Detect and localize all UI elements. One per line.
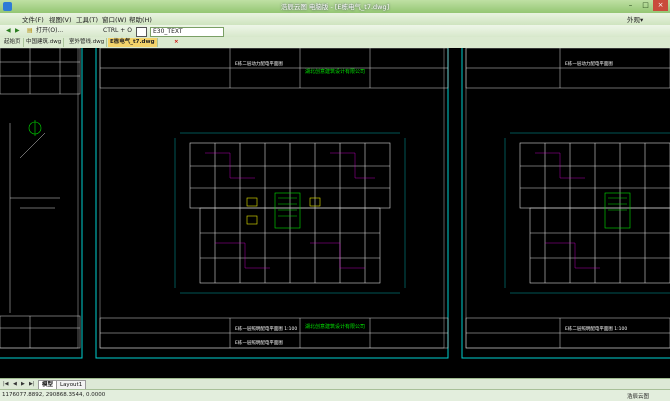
menu-tools[interactable]: 工具(T) (76, 14, 98, 24)
last-layout-icon[interactable]: ▶| (29, 381, 35, 387)
back-arrow-icon[interactable]: ◀ (6, 26, 11, 36)
top-title-block-left (0, 48, 81, 95)
close-button[interactable]: × (653, 0, 668, 11)
appearance-menu[interactable]: 外观▾ (627, 14, 643, 24)
drawing-canvas[interactable]: 湖北创意建筑设计有限公司 E栋二层动力配电平面图 E栋一层动力配电平面图 E栋一… (0, 48, 670, 378)
company-name-bottom: 湖北创意建筑设计有限公司 (305, 323, 365, 330)
layer-color-swatch[interactable] (136, 27, 147, 37)
top-title-block-mid (99, 48, 449, 89)
folder-icon: ▤ (27, 27, 33, 34)
sheet-subtitle-bottom: E栋一层照明配电平面图 (235, 339, 283, 346)
first-layout-icon[interactable]: |◀ (3, 381, 9, 387)
bottom-title-block-right (465, 317, 670, 349)
stair-core-main (274, 192, 301, 229)
menu-help[interactable]: 帮助(H) (129, 14, 152, 24)
tab-e-block-electrical[interactable]: E栋电气_t7.dwg (108, 38, 158, 47)
menu-file[interactable]: 文件(F) (22, 14, 44, 24)
menu-view[interactable]: 视图(V) (49, 14, 72, 24)
sheet-title-bottom-right: E栋二层照明配电平面图 1:100 (565, 325, 627, 332)
sheet-title-top-right: E栋一层动力配电平面图 (565, 60, 613, 67)
menu-window[interactable]: 窗口(W) (102, 14, 127, 24)
title-bar: 浩辰云图 电脑版 - [E栋电气_t7.dwg] – □ × (0, 0, 670, 14)
minimize-button[interactable]: – (623, 0, 638, 11)
sheet-title-top: E栋二层动力配电平面图 (235, 60, 283, 67)
top-title-block-right (465, 48, 670, 89)
tab-close-icon[interactable]: × (172, 38, 181, 47)
bottom-title-block-left (0, 315, 81, 349)
tab-outdoor-pipes[interactable]: 室外管线.dwg (67, 38, 108, 47)
north-arrow-icon (28, 120, 42, 136)
prev-layout-icon[interactable]: ◀ (13, 381, 17, 387)
layer-select[interactable]: E30_TEXT (150, 27, 224, 37)
forward-arrow-icon[interactable]: ▶ (15, 26, 20, 36)
status-bar: 1176077.8892, 290868.3544, 0.0000 浩辰云图 (0, 389, 670, 401)
open-file-button[interactable]: 打开(O)... (36, 26, 63, 36)
status-app-name: 浩辰云图 (627, 394, 650, 400)
tab-china-building[interactable]: 中国建筑.dwg (24, 38, 65, 47)
electrical-symbols-main (246, 197, 321, 225)
sheet-title-bottom: E栋一层照明配电平面图 1:100 (235, 325, 297, 332)
tab-start-page[interactable]: 起始页 (2, 38, 24, 47)
sheet-frames (0, 48, 670, 359)
next-layout-icon[interactable]: ▶ (21, 381, 25, 387)
floor-plan-main (189, 142, 391, 284)
shortcut-hint: CTRL + O (103, 27, 132, 34)
cursor-coordinates: 1176077.8892, 290868.3544, 0.0000 (2, 392, 106, 398)
cad-drawing: 湖北创意建筑设计有限公司 E栋二层动力配电平面图 E栋一层动力配电平面图 E栋一… (0, 48, 670, 359)
menu-bar: 文件(F) 视图(V) 工具(T) 窗口(W) 帮助(H) 外观▾ (0, 13, 670, 25)
toolbar: ◀ ▶ ▤ 打开(O)... CTRL + O E30_TEXT (0, 25, 670, 37)
left-sheet-fragment (9, 123, 60, 313)
company-name-top: 湖北创意建筑设计有限公司 (305, 68, 365, 75)
floor-plan-right (519, 142, 670, 284)
maximize-button[interactable]: □ (638, 0, 653, 11)
stair-core-right (604, 192, 631, 229)
inner-borders (0, 48, 670, 349)
window-title: 浩辰云图 电脑版 - [E栋电气_t7.dwg] (280, 3, 390, 11)
